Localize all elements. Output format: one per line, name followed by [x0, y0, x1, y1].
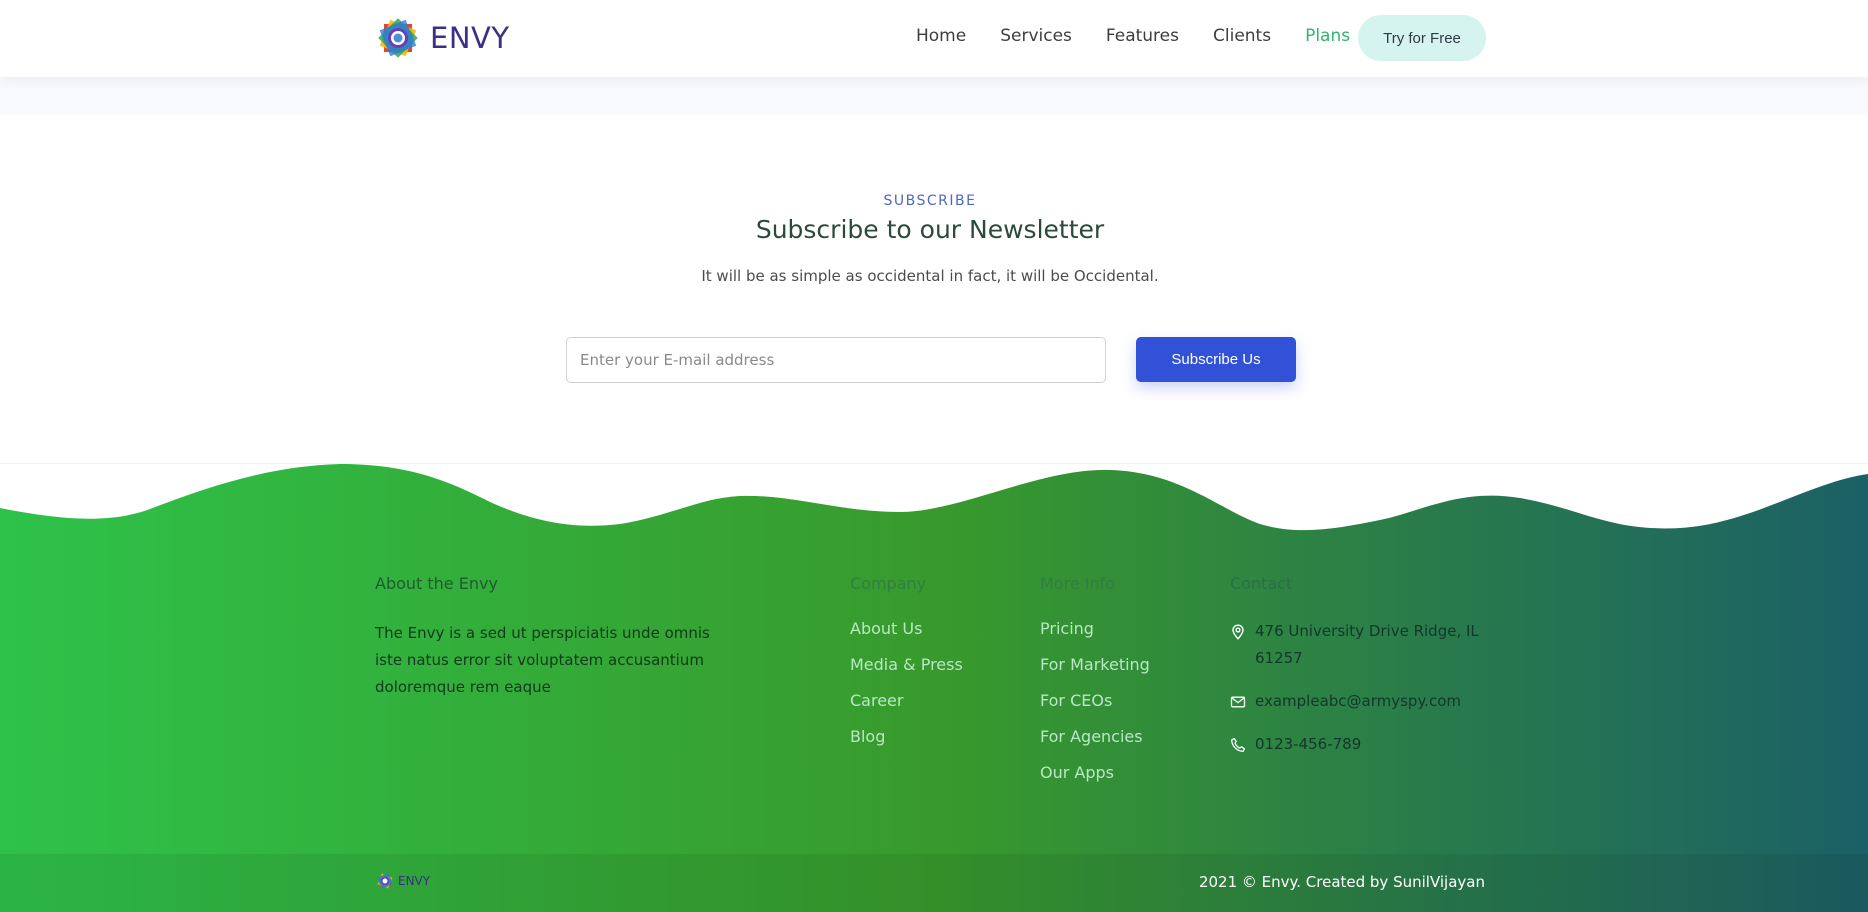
footer-link-pricing[interactable]: Pricing: [1040, 619, 1150, 655]
footer-about-text: The Envy is a sed ut perspiciatis unde o…: [375, 624, 710, 696]
site-header: ENVY Home Services Features Clients Plan…: [0, 0, 1868, 77]
email-input[interactable]: [566, 337, 1106, 383]
footer-brand-logo[interactable]: ENVY: [376, 872, 430, 890]
subscribe-title: Subscribe to our Newsletter: [755, 215, 1105, 244]
subscribe-button[interactable]: Subscribe Us: [1136, 337, 1296, 382]
subscribe-kicker: SUBSCRIBE: [883, 193, 977, 209]
map-pin-icon: [1232, 624, 1244, 640]
contact-email[interactable]: exampleabc@armyspy.com: [1255, 688, 1461, 715]
footer-link-our-apps[interactable]: Our Apps: [1040, 763, 1150, 799]
footer-link-media-press[interactable]: Media & Press: [850, 655, 963, 691]
nav-plans[interactable]: Plans: [1305, 26, 1350, 46]
contact-address: 476 University Drive Ridge, IL 61257: [1255, 622, 1479, 667]
copyright-text: 2021 © Envy. Created by SunilVijayan: [1198, 873, 1485, 891]
brand-logo[interactable]: ENVY: [376, 16, 510, 60]
footer-more-info-links: Pricing For Marketing For CEOs For Agenc…: [1040, 619, 1150, 799]
nav-home[interactable]: Home: [916, 26, 966, 46]
footer-brand-name: ENVY: [398, 874, 431, 888]
footer-link-about-us[interactable]: About Us: [850, 619, 963, 655]
try-for-free-button[interactable]: Try for Free: [1358, 15, 1486, 61]
nav-clients[interactable]: Clients: [1213, 26, 1271, 46]
footer-link-blog[interactable]: Blog: [850, 727, 963, 763]
nav-features[interactable]: Features: [1106, 26, 1179, 46]
footer-contact-heading: Contact: [1230, 574, 1293, 593]
contact-phone[interactable]: 0123-456-789: [1255, 731, 1361, 758]
contact-email-row: exampleabc@armyspy.com: [1230, 688, 1461, 715]
footer-about-heading: About the Envy: [375, 574, 498, 593]
envy-logo-icon: [378, 18, 418, 58]
contact-phone-row: 0123-456-789: [1230, 731, 1361, 758]
footer-link-for-marketing[interactable]: For Marketing: [1040, 655, 1150, 691]
main-nav: Home Services Features Clients Plans: [916, 26, 1384, 46]
footer-company-links: About Us Media & Press Career Blog: [850, 619, 963, 763]
envy-logo-small-icon: [376, 872, 394, 890]
footer-more-info-heading: More Info: [1040, 574, 1116, 593]
footer-company-heading: Company: [850, 574, 927, 593]
footer-link-for-ceos[interactable]: For CEOs: [1040, 691, 1150, 727]
brand-name: ENVY: [430, 21, 510, 55]
footer-bottom-bar: [0, 854, 1868, 912]
footer-link-for-agencies[interactable]: For Agencies: [1040, 727, 1150, 763]
contact-address-row: 476 University Drive Ridge, IL 61257: [1230, 618, 1500, 672]
nav-services[interactable]: Services: [1000, 26, 1072, 46]
section-strip: [0, 77, 1868, 115]
phone-icon: [1231, 737, 1246, 752]
mail-icon: [1230, 696, 1246, 708]
footer-link-career[interactable]: Career: [850, 691, 963, 727]
subscribe-description: It will be as simple as occidental in fa…: [701, 267, 1159, 285]
